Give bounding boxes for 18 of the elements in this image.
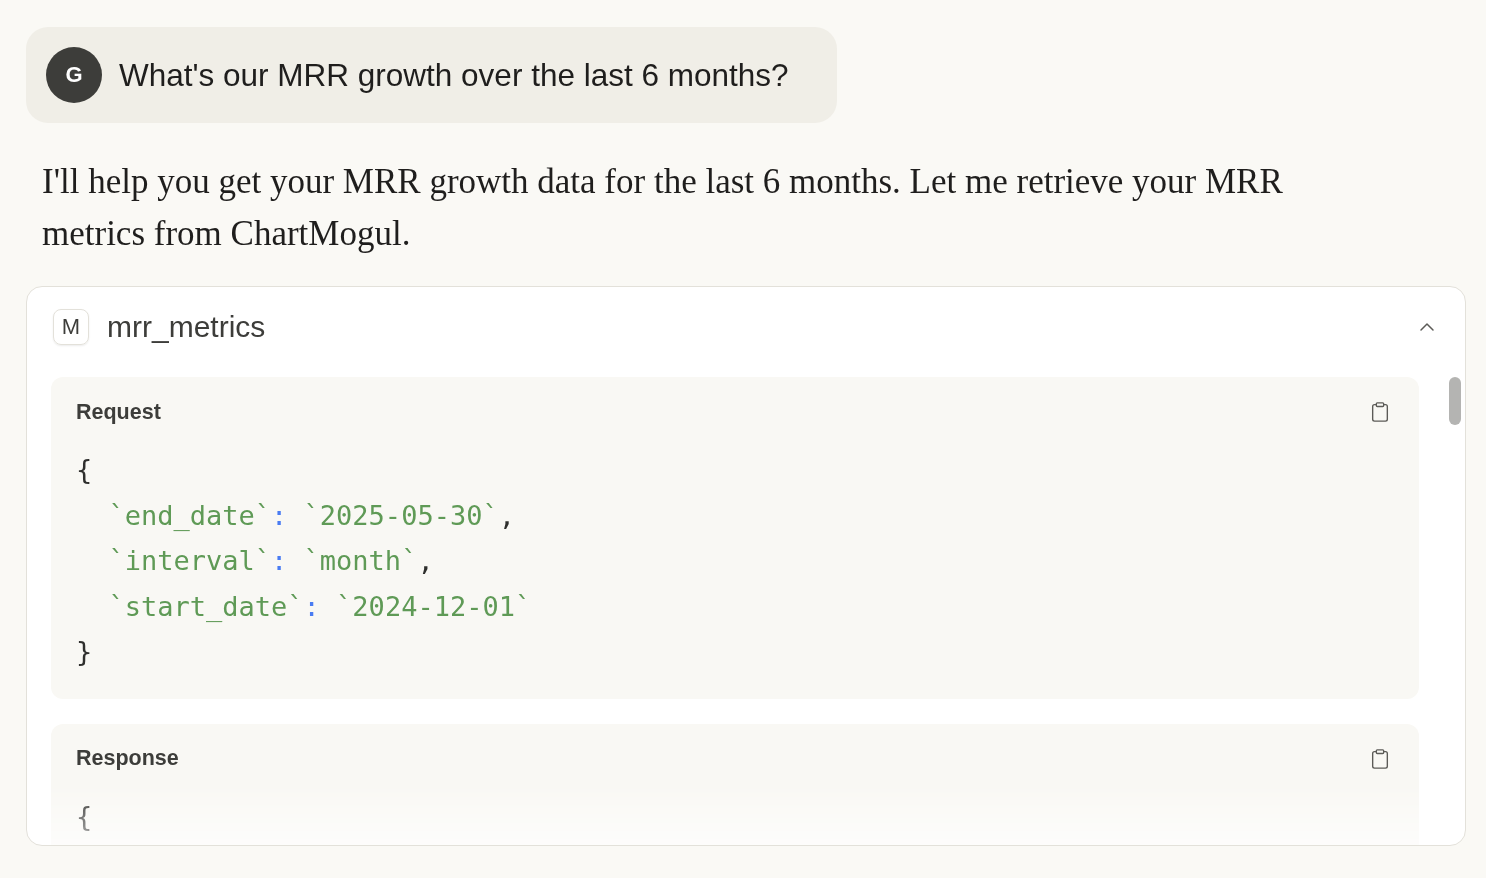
- scrollbar-thumb[interactable]: [1449, 377, 1461, 425]
- user-message-text: What's our MRR growth over the last 6 months?: [119, 56, 789, 94]
- code-line: {: [76, 453, 93, 487]
- tool-name: mrr_metrics: [107, 310, 266, 344]
- copy-button[interactable]: [1369, 401, 1391, 423]
- user-avatar: G: [46, 47, 102, 103]
- tool-initial: M: [53, 309, 89, 345]
- clipboard-icon: [1369, 747, 1391, 770]
- section-title: Response: [76, 746, 179, 771]
- code-line: `start_date`: `2024-12-01`: [107, 589, 532, 624]
- code-line: `interval`: `month`,: [107, 544, 434, 578]
- code-line: {: [76, 799, 93, 834]
- code-line: }: [76, 635, 93, 669]
- clipboard-icon: [1369, 401, 1391, 423]
- copy-button[interactable]: [1369, 747, 1391, 770]
- code-line: `end_date`: `2025-05-30`,: [107, 498, 515, 533]
- assistant-message-text: I'll help you get your MRR growth data for the last 6 months. Let me retrieve your MRR metrics from ChartMogul.: [42, 161, 1284, 255]
- section-title: Request: [76, 399, 161, 425]
